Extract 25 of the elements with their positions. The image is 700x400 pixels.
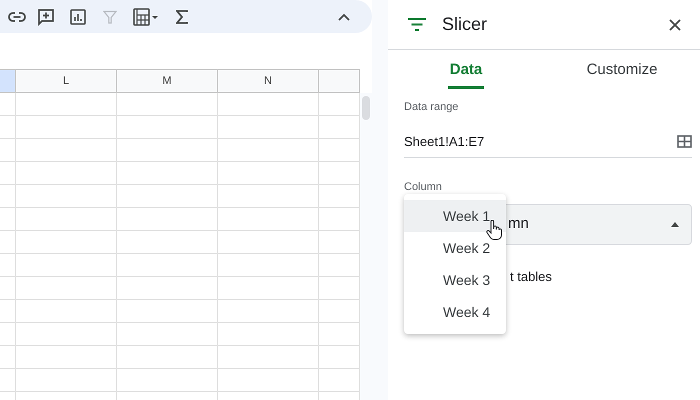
- field-label: Column: [404, 180, 442, 195]
- grid-icon: [677, 135, 692, 148]
- column-header[interactable]: L: [16, 70, 117, 92]
- hand-cursor-icon: [486, 220, 502, 240]
- close-icon: [669, 18, 681, 30]
- menu-item[interactable]: Week 1: [404, 200, 506, 232]
- add-comment-icon: [37, 8, 55, 26]
- field-label: Data range: [404, 100, 458, 115]
- collapse-icon: [338, 12, 350, 20]
- filter-icon: [408, 18, 426, 31]
- checkbox-label: t tables: [510, 268, 552, 286]
- column-header[interactable]: N: [218, 70, 319, 92]
- link-icon: [8, 12, 26, 22]
- sigma-icon: [176, 10, 188, 24]
- table-icon: [133, 8, 159, 26]
- filter-icon: [103, 10, 117, 24]
- panel-title: Slicer: [442, 13, 488, 36]
- menu-item[interactable]: Week 3: [404, 264, 506, 296]
- tab[interactable]: Data: [388, 50, 544, 90]
- chart-icon: [70, 8, 86, 24]
- scrollbar-thumb[interactable]: [362, 96, 370, 120]
- tab[interactable]: Customize: [544, 50, 700, 90]
- menu-item[interactable]: Week 4: [404, 296, 506, 328]
- data-range-field[interactable]: Sheet1!A1:E7: [404, 126, 692, 158]
- column-header[interactable]: M: [117, 70, 218, 92]
